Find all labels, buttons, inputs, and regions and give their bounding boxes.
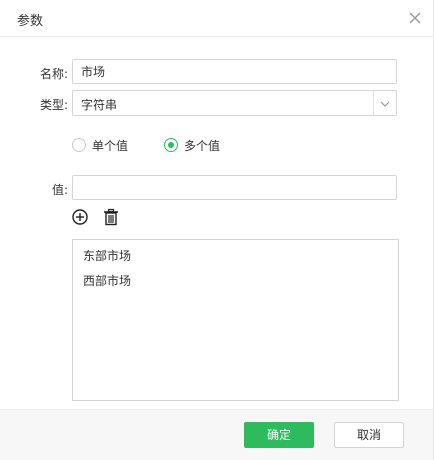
select-divider: [373, 91, 374, 115]
dialog-title-bar: 参数: [0, 0, 433, 37]
values-list[interactable]: 东部市场 西部市场: [72, 239, 399, 401]
name-input[interactable]: [72, 59, 397, 84]
radio-multiple-value[interactable]: 多个值: [164, 138, 254, 154]
value-input[interactable]: [72, 175, 397, 200]
dialog-title: 参数: [17, 14, 44, 29]
value-label: 值:: [51, 183, 68, 197]
radio-single-label: 单个值: [92, 139, 129, 153]
dialog-footer: 确定 取消: [0, 409, 433, 460]
radio-dot: [168, 142, 174, 148]
list-item[interactable]: 东部市场: [83, 247, 131, 264]
parameter-dialog: 参数 名称: 类型: 字符串 单个值 多个值 值:: [0, 0, 434, 460]
close-icon[interactable]: [406, 9, 424, 27]
name-label: 名称:: [39, 67, 68, 81]
type-select-value: 字符串: [81, 98, 118, 112]
confirm-button[interactable]: 确定: [244, 422, 314, 448]
radio-single-value[interactable]: 单个值: [72, 138, 162, 154]
list-item[interactable]: 西部市场: [83, 272, 131, 289]
radio-circle-unchecked: [72, 138, 86, 152]
chevron-down-icon[interactable]: [378, 97, 392, 111]
plus-circle-icon[interactable]: [71, 208, 89, 226]
type-select[interactable]: 字符串: [72, 90, 397, 116]
radio-multiple-label: 多个值: [184, 139, 221, 153]
type-label: 类型:: [39, 98, 68, 112]
radio-circle-checked: [164, 138, 178, 152]
cancel-button[interactable]: 取消: [334, 422, 404, 448]
trash-icon[interactable]: [102, 208, 120, 226]
